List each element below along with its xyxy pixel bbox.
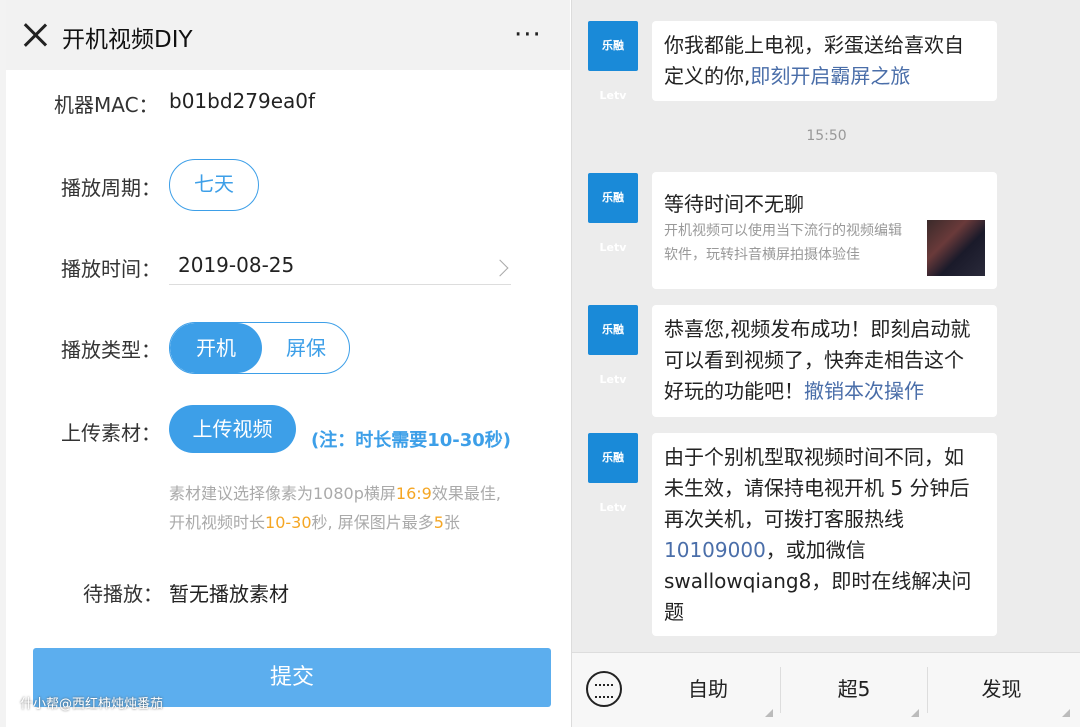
message-text: 定义的你,即刻开启霸屏之旅 <box>664 64 911 88</box>
type-label: 播放类型： <box>61 338 161 362</box>
menu-indicator-icon <box>1062 709 1070 717</box>
card-title: 等待时间不无聊 <box>664 192 804 216</box>
message-bubble: 由于个别机型取视频时间不同，如 未生效，请保持电视开机 5 分钟后 再次关机，可… <box>652 433 997 636</box>
type-option-boot[interactable]: 开机 <box>170 323 262 373</box>
message-text: 未生效，请保持电视开机 5 分钟后 <box>664 476 970 500</box>
card-thumbnail <box>927 220 985 276</box>
menu-indicator-icon <box>911 709 919 717</box>
message-text: 你我都能上电视，彩蛋送给喜欢自 <box>664 33 964 57</box>
letv-avatar[interactable]: 乐融 Letv <box>588 305 638 386</box>
message-text: 题 <box>664 600 684 624</box>
hint-line-2: 开机视频时长10-30秒, 屏保图片最多5张 <box>169 513 460 532</box>
mac-label: 机器MAC： <box>54 93 159 117</box>
message-bubble: 恭喜您,视频发布成功！即刻启动就 可以看到视频了，快奔走相告这个 好玩的功能吧！… <box>652 305 997 417</box>
card-description: 开机视频可以使用当下流行的视频编辑软件，玩转抖音横屏拍摄体验佳 <box>664 223 902 263</box>
message-text: swallowqiang8，即时在线解决问 <box>664 569 972 593</box>
message-text: 可以看到视频了，快奔走相告这个 <box>664 348 964 372</box>
pending-label: 待播放： <box>83 582 163 606</box>
message-text: 10109000，或加微信 <box>664 538 866 562</box>
hint-line-1: 素材建议选择像素为1080p横屏16:9效果最佳, <box>169 484 501 503</box>
close-icon[interactable] <box>22 22 48 48</box>
message-text: 再次关机，可拨打客服热线 <box>664 507 904 531</box>
upload-video-button[interactable]: 上传视频 <box>169 405 296 453</box>
time-label: 播放时间： <box>61 257 161 281</box>
menu-super5[interactable]: 超5 <box>781 653 927 727</box>
cycle-selector[interactable]: 七天 <box>169 159 259 211</box>
link-hotline[interactable]: 10109000 <box>664 538 766 562</box>
menu-discover[interactable]: 发现 <box>928 653 1075 727</box>
page-title: 开机视频DIY <box>62 27 193 53</box>
menu-self-service[interactable]: 自助 <box>635 653 781 727</box>
letv-avatar[interactable]: 乐融 Letv <box>588 433 638 514</box>
play-type-toggle: 开机 屏保 <box>169 322 350 374</box>
type-option-screensaver[interactable]: 屏保 <box>262 323 349 373</box>
message-text: 好玩的功能吧！撤销本次操作 <box>664 379 924 403</box>
letv-avatar[interactable]: 乐融 Letv <box>588 21 638 102</box>
more-options-icon[interactable]: ··· <box>514 20 542 50</box>
watermark: 什小帮@西红柿炖炖番茄 <box>20 697 164 712</box>
message-text: 恭喜您,视频发布成功！即刻启动就 <box>664 317 971 341</box>
bottom-menu-bar: 自助 超5 发现 <box>572 652 1080 727</box>
message-bubble: 你我都能上电视，彩蛋送给喜欢自 定义的你,即刻开启霸屏之旅 <box>652 21 997 101</box>
settings-panel: 开机视频DIY ··· 机器MAC： b01bd279ea0f 播放周期： 七天… <box>0 0 570 727</box>
chat-panel: 乐融 Letv 你我都能上电视，彩蛋送给喜欢自 定义的你,即刻开启霸屏之旅 15… <box>571 0 1080 727</box>
header-bar: 开机视频DIY ··· <box>6 0 570 70</box>
pending-value: 暂无播放素材 <box>169 582 289 606</box>
duration-note: (注：时长需要10-30秒) <box>311 430 512 451</box>
mac-value: b01bd279ea0f <box>169 89 316 113</box>
date-field[interactable]: 2019-08-25 <box>178 253 294 277</box>
cycle-label: 播放周期： <box>61 176 161 200</box>
timestamp: 15:50 <box>806 128 847 144</box>
link-undo[interactable]: 撤销本次操作 <box>804 379 924 403</box>
link-enable-fullscreen[interactable]: 即刻开启霸屏之旅 <box>750 64 910 88</box>
chevron-right-icon[interactable] <box>491 259 509 277</box>
keyboard-icon[interactable] <box>586 671 622 707</box>
upload-label: 上传素材： <box>61 421 161 445</box>
letv-avatar[interactable]: 乐融 Letv <box>588 173 638 254</box>
article-card[interactable]: 等待时间不无聊 开机视频可以使用当下流行的视频编辑软件，玩转抖音横屏拍摄体验佳 <box>652 172 997 289</box>
menu-indicator-icon <box>765 709 773 717</box>
divider <box>169 284 511 285</box>
message-text: 由于个别机型取视频时间不同，如 <box>664 445 964 469</box>
